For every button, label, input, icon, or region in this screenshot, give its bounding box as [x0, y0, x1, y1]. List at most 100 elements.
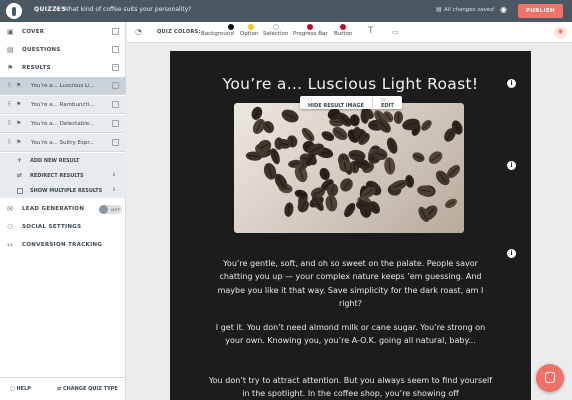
info-icon[interactable]: i [507, 249, 516, 258]
checkbox[interactable] [17, 188, 23, 194]
sidebar-item-questions[interactable]: ▤ QUESTIONS [0, 41, 126, 59]
sidebar-footer: ▢ HELP ⇄ CHANGE QUIZ TYPE [0, 377, 126, 400]
result-item[interactable]: ⠿ ⚑ You're a... Delectable... [0, 115, 126, 133]
drag-handle-icon[interactable]: ⠿ [7, 101, 11, 108]
result-paragraph[interactable]: I get it. You don’t need almond milk or … [206, 321, 495, 348]
flag-icon: ⚑ [16, 120, 22, 127]
result-item[interactable]: ⠿ ⚑ You're a... Luscious Li... [0, 77, 126, 95]
lead-generation-toggle[interactable]: OFF [99, 205, 122, 214]
quiz-title[interactable]: What kind of coffee suits your personali… [63, 6, 191, 13]
swatch-label: Button [334, 31, 353, 37]
quiz-colors-toolbar: ◔ QUIZ COLORS: Background Option Selecti… [127, 22, 572, 43]
envelope-icon: ✉ [7, 205, 14, 213]
top-bar: QUIZZES › What kind of coffee suits your… [0, 0, 572, 22]
lightbulb-icon[interactable]: ✺ [554, 26, 567, 39]
change-quiz-type-button[interactable]: ⇄ CHANGE QUIZ TYPE [57, 386, 118, 392]
swatch-label: Selection [263, 31, 289, 37]
sidebar-item-results[interactable]: ⚑ RESULTS – [0, 59, 126, 77]
sidebar-item-lead-generation[interactable]: ✉ LEAD GENERATION OFF [0, 200, 126, 218]
result-paragraph[interactable]: You don’t try to attract attention. But … [206, 374, 495, 400]
show-multiple-results-option[interactable]: SHOW MULTIPLE RESULTS ℹ [0, 183, 126, 198]
info-icon[interactable]: i [507, 79, 516, 88]
sidebar-item-label: QUESTIONS [22, 47, 61, 53]
result-item-label: You're a... Sultry Espr... [31, 140, 95, 146]
add-result-label: ADD NEW RESULT [30, 158, 80, 164]
redirect-icon: ⇄ [17, 172, 23, 179]
result-item-label: You're a... Rambuncti... [31, 102, 95, 108]
toggle-knob [99, 205, 108, 214]
result-paragraph[interactable]: You’re gentle, soft, and oh so sweet on … [206, 257, 495, 310]
button-color-swatch[interactable] [340, 24, 346, 30]
paint-drop-icon[interactable]: ◔ [135, 27, 142, 36]
swatch-label: Option [240, 31, 259, 37]
preview-eye-icon[interactable]: ◉ [500, 5, 507, 14]
sidebar-item-label: SOCIAL SETTINGS [22, 224, 82, 230]
expand-icon[interactable] [112, 139, 119, 146]
collapse-icon[interactable]: – [112, 64, 119, 71]
save-status: All changes saved [444, 7, 494, 13]
add-new-result-button[interactable]: + ADD NEW RESULT [0, 153, 126, 168]
chat-icon [545, 372, 555, 383]
results-flag-icon: ⚑ [7, 64, 14, 72]
text-style-icon[interactable]: T [368, 26, 374, 36]
flag-icon: ⚑ [16, 82, 22, 89]
expand-icon[interactable] [112, 46, 119, 53]
help-button[interactable]: ▢ HELP [10, 386, 31, 392]
image-icon[interactable]: ▭ [392, 28, 399, 36]
result-image[interactable] [234, 103, 464, 233]
info-icon[interactable]: i [507, 161, 516, 170]
hide-result-image-button[interactable]: ◌ HIDE RESULT IMAGE [300, 97, 372, 109]
sidebar-item-label: CONVERSION TRACKING [22, 242, 103, 248]
redirect-results-option[interactable]: ⇄ REDIRECT RESULTS ℹ [0, 168, 126, 183]
option-color-swatch[interactable] [248, 24, 254, 30]
quiz-colors-label: QUIZ COLORS: [157, 29, 201, 35]
toggle-state: OFF [111, 207, 121, 212]
swatch-label: Background [201, 31, 234, 37]
drag-handle-icon[interactable]: ⠿ [7, 120, 11, 127]
result-item[interactable]: ⠿ ⚑ You're a... Rambuncti... [0, 96, 126, 114]
breadcrumb-quizzes[interactable]: QUIZZES [34, 6, 66, 13]
swatch-label: Progress Bar [293, 31, 328, 37]
flag-icon: ⚑ [16, 139, 22, 146]
selection-color-swatch[interactable] [273, 24, 279, 30]
coffee-bean-crease [364, 111, 366, 122]
sidebar-item-social-settings[interactable]: ⚇ SOCIAL SETTINGS [0, 218, 126, 236]
progress-bar-color-swatch[interactable] [307, 24, 313, 30]
plus-icon: + [17, 157, 23, 164]
result-title[interactable]: You’re a... Luscious Light Roast! [170, 75, 531, 93]
coffee-beans-illustration [245, 106, 463, 223]
edit-image-button[interactable]: ▭ EDIT [373, 97, 402, 109]
flag-icon: ⚑ [16, 101, 22, 108]
image-actions: ◌ HIDE RESULT IMAGE ▭ EDIT [300, 96, 402, 109]
expand-icon[interactable] [112, 28, 119, 35]
publish-button[interactable]: PUBLISH [518, 4, 563, 18]
edit-label: EDIT [381, 102, 394, 109]
chat-support-button[interactable] [536, 364, 564, 392]
drag-handle-icon[interactable]: ⠿ [7, 82, 11, 89]
expand-icon[interactable] [112, 120, 119, 127]
breadcrumb-separator: › [55, 5, 58, 13]
expand-icon[interactable] [112, 82, 119, 89]
cover-icon: ▣ [7, 28, 14, 36]
app-logo-icon[interactable] [6, 3, 22, 19]
sidebar: ▣ COVER ▤ QUESTIONS ⚑ RESULTS – ⠿ ⚑ You'… [0, 22, 126, 400]
result-item[interactable]: ⠿ ⚑ You're a... Sultry Espr... [0, 134, 126, 152]
show-multiple-label: SHOW MULTIPLE RESULTS [30, 188, 103, 194]
result-item-label: You're a... Delectable... [31, 121, 95, 127]
hide-image-label: HIDE RESULT IMAGE [308, 102, 365, 109]
save-status-icon: ▤ [436, 6, 442, 13]
sidebar-item-conversion-tracking[interactable]: ‹› CONVERSION TRACKING [0, 236, 126, 254]
sidebar-item-cover[interactable]: ▣ COVER [0, 23, 126, 41]
result-preview-canvas: You’re a... Luscious Light Roast! i ◌ HI… [170, 51, 531, 400]
expand-icon[interactable] [112, 101, 119, 108]
drag-handle-icon[interactable]: ⠿ [7, 139, 11, 146]
background-color-swatch[interactable] [228, 24, 234, 30]
result-item-label: You're a... Luscious Li... [31, 83, 95, 89]
redirect-label: REDIRECT RESULTS [30, 173, 84, 179]
sidebar-item-label: RESULTS [22, 65, 51, 71]
code-icon: ‹› [7, 241, 14, 249]
info-icon[interactable]: ℹ [113, 172, 119, 179]
change-quiz-type-label: CHANGE QUIZ TYPE [62, 386, 118, 392]
users-icon: ⚇ [7, 223, 14, 231]
info-icon[interactable]: ℹ [113, 187, 119, 194]
